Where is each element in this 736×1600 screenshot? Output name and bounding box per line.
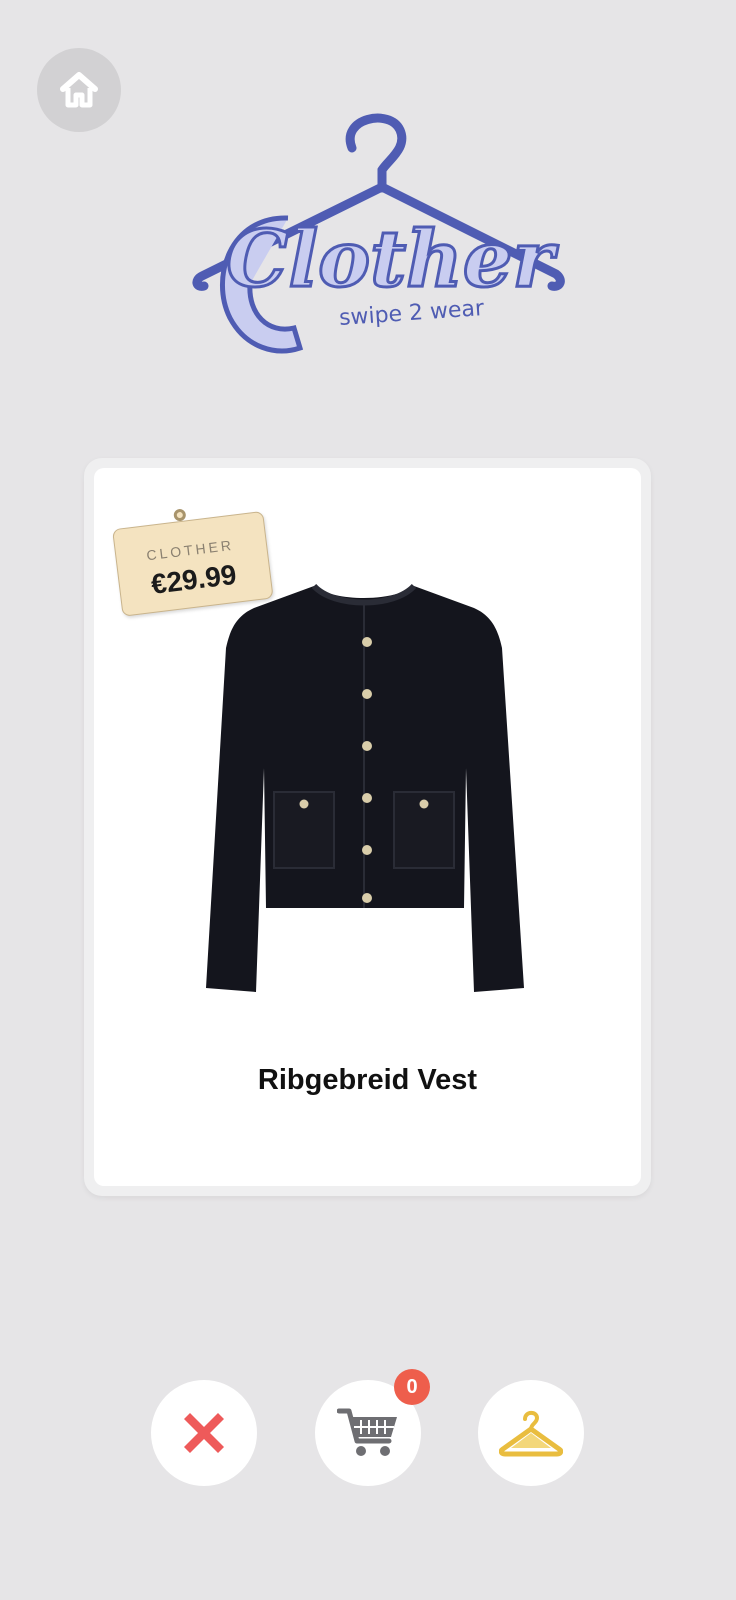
product-image — [206, 583, 524, 992]
app-logo: Clother swipe 2 wear — [192, 113, 565, 354]
screen: Clother swipe 2 wear CLOTHER €29.99 Ribg… — [0, 0, 736, 1600]
reject-button[interactable] — [151, 1380, 257, 1486]
wear-button[interactable] — [478, 1380, 584, 1486]
home-icon — [60, 72, 98, 108]
product-card[interactable]: CLOTHER €29.99 Ribgebreid Vest — [84, 458, 651, 1196]
logo-title: Clother — [226, 214, 558, 305]
cart-count-badge: 0 — [394, 1369, 430, 1405]
hanger-icon — [499, 1410, 563, 1457]
product-card-body[interactable]: CLOTHER €29.99 Ribgebreid Vest — [94, 468, 641, 1186]
close-icon — [184, 1413, 224, 1453]
product-name: Ribgebreid Vest — [257, 1064, 478, 1096]
home-button[interactable] — [37, 48, 121, 132]
cart-icon — [337, 1408, 397, 1456]
